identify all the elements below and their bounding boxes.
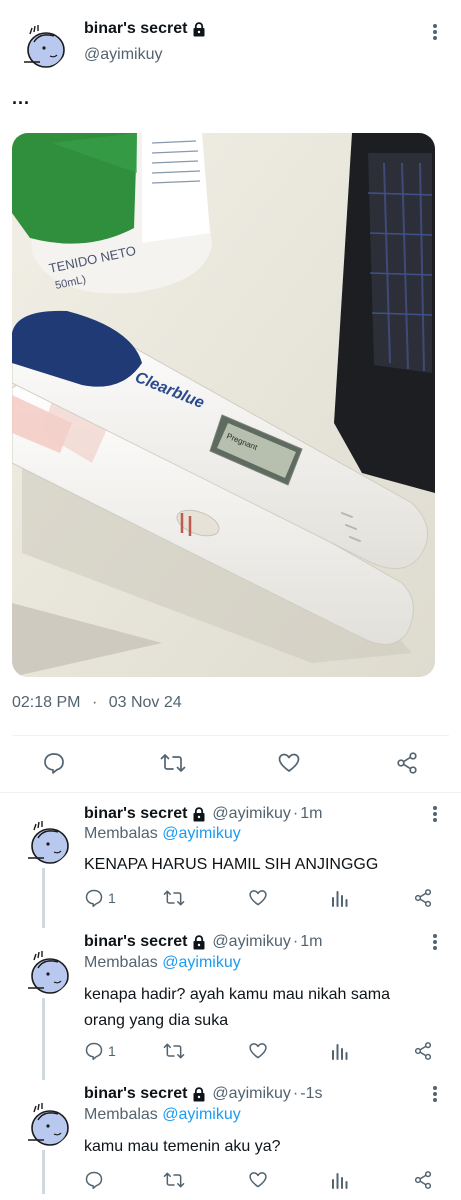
reply-icon bbox=[85, 1171, 103, 1189]
tweet-text: ... bbox=[12, 88, 31, 108]
separator-dot: · bbox=[292, 933, 299, 950]
reply-count: 1 bbox=[108, 1043, 116, 1059]
replying-mention[interactable]: @ayimikuy bbox=[162, 954, 240, 971]
like-button[interactable] bbox=[248, 1170, 268, 1190]
retweet-icon bbox=[163, 1043, 185, 1059]
more-icon[interactable] bbox=[428, 1084, 442, 1106]
like-button[interactable] bbox=[248, 888, 268, 908]
lock-icon bbox=[193, 1086, 205, 1101]
retweet-button[interactable] bbox=[163, 888, 185, 908]
reply-author-handle[interactable]: @ayimikuy bbox=[212, 805, 290, 823]
tweet-time[interactable]: 02:18 PM bbox=[12, 694, 80, 711]
replying-label: Membalas bbox=[84, 954, 158, 971]
avatar-cartoon-icon bbox=[28, 951, 69, 994]
reply-time[interactable]: -1s bbox=[300, 1085, 322, 1103]
heart-icon bbox=[249, 1172, 267, 1188]
share-button[interactable] bbox=[413, 1041, 433, 1061]
like-button[interactable] bbox=[277, 751, 301, 775]
tweet-date[interactable]: 03 Nov 24 bbox=[109, 694, 182, 711]
more-icon[interactable] bbox=[428, 804, 442, 826]
retweet-button[interactable] bbox=[160, 751, 186, 775]
pregnancy-test-photo: TENIDO NETO 50mL) Clearblue Pregnant bbox=[12, 133, 435, 677]
views-icon bbox=[332, 1044, 348, 1060]
author-handle[interactable]: @ayimikuy bbox=[84, 46, 162, 64]
thread-line bbox=[42, 1150, 45, 1194]
views-button[interactable] bbox=[331, 1041, 349, 1061]
avatar[interactable] bbox=[14, 938, 72, 996]
views-icon bbox=[332, 891, 348, 907]
author-name[interactable]: binar's secret bbox=[84, 20, 187, 38]
retweet-icon bbox=[163, 1172, 185, 1188]
reply-icon bbox=[85, 889, 103, 907]
heart-icon bbox=[249, 890, 267, 906]
reply-button[interactable]: 1 bbox=[84, 1041, 116, 1061]
reply-button[interactable] bbox=[84, 1170, 104, 1190]
share-button[interactable] bbox=[395, 751, 419, 775]
reply-button[interactable]: 1 bbox=[84, 888, 116, 908]
reply-icon bbox=[44, 753, 64, 774]
retweet-button[interactable] bbox=[163, 1041, 185, 1061]
replying-mention[interactable]: @ayimikuy bbox=[162, 825, 240, 842]
share-icon bbox=[414, 1042, 432, 1060]
like-button[interactable] bbox=[248, 1041, 268, 1061]
avatar[interactable] bbox=[10, 12, 68, 70]
reply-time[interactable]: 1m bbox=[300, 805, 322, 823]
share-button[interactable] bbox=[413, 888, 433, 908]
heart-icon bbox=[278, 753, 300, 772]
views-icon bbox=[332, 1173, 348, 1189]
separator-dot: · bbox=[292, 1085, 299, 1102]
lock-icon bbox=[193, 934, 205, 949]
replying-label: Membalas bbox=[84, 825, 158, 842]
lock-icon bbox=[193, 806, 205, 821]
views-button[interactable] bbox=[331, 1170, 349, 1190]
retweet-button[interactable] bbox=[163, 1170, 185, 1190]
reply-author-handle[interactable]: @ayimikuy bbox=[212, 1085, 290, 1103]
share-icon bbox=[414, 1171, 432, 1189]
avatar-cartoon-icon bbox=[24, 25, 65, 68]
retweet-icon bbox=[163, 890, 185, 906]
share-button[interactable] bbox=[413, 1170, 433, 1190]
replying-to: Membalas @ayimikuy bbox=[84, 825, 241, 843]
share-icon bbox=[414, 889, 432, 907]
share-icon bbox=[397, 752, 417, 774]
separator-dot: · bbox=[91, 694, 98, 711]
avatar[interactable] bbox=[14, 1090, 72, 1148]
reply-count: 1 bbox=[108, 890, 116, 906]
heart-icon bbox=[249, 1043, 267, 1059]
reply-author-name[interactable]: binar's secret bbox=[84, 805, 187, 823]
replying-to: Membalas @ayimikuy bbox=[84, 1106, 241, 1124]
reply-text: kenapa hadir? ayah kamu mau nikah sama o… bbox=[84, 986, 390, 1029]
more-icon[interactable] bbox=[428, 932, 442, 954]
thread-line bbox=[42, 868, 45, 928]
avatar-cartoon-icon bbox=[28, 1103, 69, 1146]
views-button[interactable] bbox=[331, 888, 349, 908]
divider bbox=[0, 792, 461, 793]
retweet-icon bbox=[160, 754, 186, 772]
lock-icon bbox=[193, 21, 205, 36]
more-icon[interactable] bbox=[428, 22, 442, 44]
reply-author-name[interactable]: binar's secret bbox=[84, 1085, 187, 1103]
reply-text: KENAPA HARUS HAMIL SIH ANJINGGG bbox=[84, 856, 379, 873]
reply-author-name[interactable]: binar's secret bbox=[84, 933, 187, 951]
tweet-photo[interactable]: TENIDO NETO 50mL) Clearblue Pregnant bbox=[12, 133, 435, 677]
replying-label: Membalas bbox=[84, 1106, 158, 1123]
reply-time[interactable]: 1m bbox=[300, 933, 322, 951]
avatar-cartoon-icon bbox=[28, 821, 69, 864]
reply-button[interactable] bbox=[42, 751, 66, 775]
reply-text: kamu mau temenin aku ya? bbox=[84, 1138, 281, 1155]
replying-to: Membalas @ayimikuy bbox=[84, 954, 241, 972]
replying-mention[interactable]: @ayimikuy bbox=[162, 1106, 240, 1123]
avatar[interactable] bbox=[14, 808, 72, 866]
reply-icon bbox=[85, 1042, 103, 1060]
divider bbox=[12, 735, 449, 736]
thread-line bbox=[42, 998, 45, 1080]
reply-author-handle[interactable]: @ayimikuy bbox=[212, 933, 290, 951]
separator-dot: · bbox=[292, 805, 299, 822]
